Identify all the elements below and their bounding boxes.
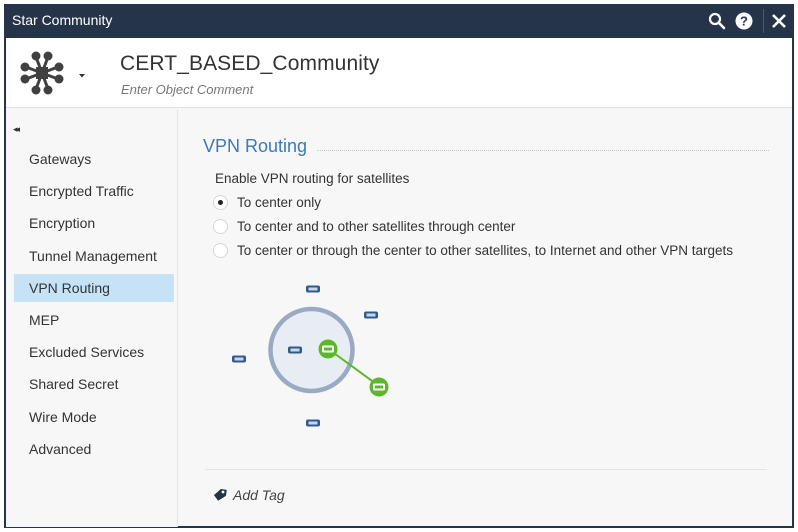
sidebar-item-encryption[interactable]: Encryption [14, 209, 174, 237]
add-tag-label: Add Tag [233, 487, 285, 503]
tag-icon [213, 489, 227, 501]
sidebar-nav: Gateways Encrypted Traffic Encryption Tu… [14, 145, 174, 467]
section-divider [317, 150, 769, 151]
active-center-gateway-icon [318, 339, 338, 359]
radio-label: To center and to other satellites throug… [237, 219, 516, 234]
radio-button[interactable] [213, 219, 228, 234]
satellite-gateway-icon [232, 355, 246, 363]
star-community-icon [18, 49, 66, 97]
collapse-sidebar-icon[interactable]: ◂◂ [13, 124, 20, 135]
object-comment-field[interactable]: Enter Object Comment [121, 82, 253, 97]
sidebar-item-advanced[interactable]: Advanced [14, 435, 174, 463]
satellite-gateway-icon [364, 311, 378, 319]
radio-label: To center only [237, 195, 322, 210]
radio-selected-dot [218, 200, 223, 205]
sidebar-item-gateways[interactable]: Gateways [14, 145, 174, 173]
sidebar-item-vpn-routing[interactable]: VPN Routing [14, 273, 174, 302]
radio-label: To center or through the center to other… [237, 243, 734, 258]
routing-group-label: Enable VPN routing for satellites [215, 171, 410, 186]
section-title: VPN Routing [203, 136, 308, 156]
sidebar-item-wire-mode[interactable]: Wire Mode [14, 403, 174, 431]
active-satellite-gateway-icon [369, 377, 389, 397]
sidebar-item-mep[interactable]: MEP [14, 306, 174, 334]
sidebar-item-shared-secret[interactable]: Shared Secret [14, 370, 174, 398]
titlebar-separator [763, 9, 764, 33]
add-tag-button[interactable]: Add Tag [213, 487, 285, 503]
sidebar-item-encrypted-traffic[interactable]: Encrypted Traffic [14, 177, 174, 205]
window-title: Star Community [12, 12, 113, 28]
sidebar-item-tunnel-management[interactable]: Tunnel Management [14, 242, 174, 270]
satellite-gateway-icon [306, 419, 320, 427]
sidebar: ◂◂ Gateways Encrypted Traffic Encryption… [6, 109, 178, 527]
help-icon[interactable]: ? [733, 10, 755, 32]
satellite-gateway-icon [306, 285, 320, 293]
center-gateway-icon [288, 346, 302, 354]
svg-text:?: ? [740, 14, 748, 29]
object-header: CERT_BASED_Community Enter Object Commen… [6, 38, 792, 108]
radio-to-center-and-satellites[interactable]: To center and to other satellites throug… [213, 219, 515, 234]
star-topology-diagram [232, 285, 389, 427]
search-icon[interactable] [706, 10, 728, 32]
radio-button[interactable] [213, 243, 228, 258]
close-icon[interactable] [768, 10, 790, 32]
footer-divider [205, 469, 767, 470]
sidebar-item-excluded-services[interactable]: Excluded Services [14, 338, 174, 366]
object-name[interactable]: CERT_BASED_Community [120, 52, 380, 76]
center-ring [268, 306, 355, 394]
radio-button[interactable] [213, 195, 228, 210]
vpn-routing-panel: VPN Routing Enable VPN routing for satel… [179, 109, 792, 527]
star-community-window: Star Community ? CERT_BASED_Community En… [4, 4, 794, 528]
title-bar: Star Community ? [4, 4, 794, 38]
radio-to-center-internet-vpn[interactable]: To center or through the center to other… [213, 243, 733, 258]
radio-to-center-only[interactable]: To center only [213, 195, 321, 210]
object-menu-dropdown-icon[interactable] [76, 68, 88, 78]
